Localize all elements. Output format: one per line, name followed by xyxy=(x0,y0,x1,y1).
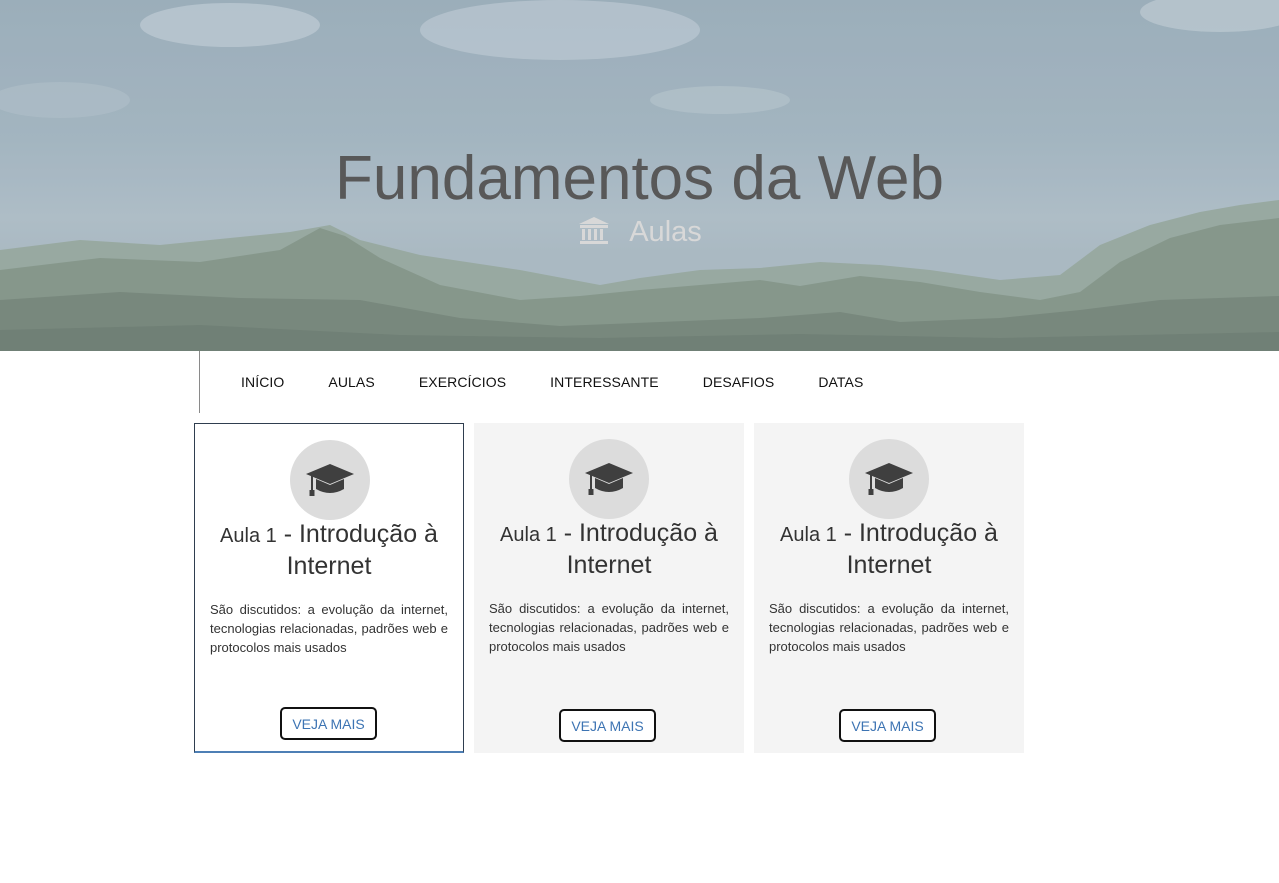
nav-item-exercicios[interactable]: EXERCÍCIOS xyxy=(419,374,506,390)
graduation-cap-icon xyxy=(569,439,649,519)
lesson-card[interactable]: Aula 1 - Introdução à Internet São discu… xyxy=(754,423,1024,753)
page-subtitle: Aulas xyxy=(0,214,1279,248)
nav-item-inicio[interactable]: INÍCIO xyxy=(241,374,284,390)
nav-item-interessante[interactable]: INTERESSANTE xyxy=(550,374,659,390)
bank-icon xyxy=(577,214,611,248)
graduation-cap-icon xyxy=(849,439,929,519)
lesson-name: - Introdução à Internet xyxy=(836,519,998,579)
lesson-description: São discutidos: a evolução da internet, … xyxy=(489,601,729,654)
lesson-description: São discutidos: a evolução da internet, … xyxy=(769,601,1009,654)
graduation-cap-icon xyxy=(290,440,370,520)
veja-mais-button[interactable]: VEJA MAIS xyxy=(839,709,936,742)
lesson-number: Aula 1 xyxy=(500,524,557,546)
lesson-name: - Introdução à Internet xyxy=(276,520,438,580)
lesson-title: Aula 1 - Introdução à Internet xyxy=(484,519,734,583)
lesson-card[interactable]: Aula 1 - Introdução à Internet São discu… xyxy=(194,423,464,753)
lesson-name: - Introdução à Internet xyxy=(556,519,718,579)
lesson-title: Aula 1 - Introdução à Internet xyxy=(205,520,453,584)
nav-item-desafios[interactable]: DESAFIOS xyxy=(703,374,775,390)
page-title: Fundamentos da Web xyxy=(335,144,944,213)
nav-item-aulas[interactable]: AULAS xyxy=(328,374,374,390)
lesson-number: Aula 1 xyxy=(780,524,837,546)
nav-item-datas[interactable]: DATAS xyxy=(818,374,863,390)
veja-mais-button[interactable]: VEJA MAIS xyxy=(559,709,656,742)
lesson-card[interactable]: Aula 1 - Introdução à Internet São discu… xyxy=(474,423,744,753)
subtitle-label: Aulas xyxy=(629,215,702,248)
lesson-description: São discutidos: a evolução da internet, … xyxy=(210,602,448,655)
lesson-title: Aula 1 - Introdução à Internet xyxy=(764,519,1014,583)
veja-mais-button[interactable]: VEJA MAIS xyxy=(280,707,377,740)
main-nav: INÍCIO AULAS EXERCÍCIOS INTERESSANTE DES… xyxy=(199,351,907,413)
lesson-number: Aula 1 xyxy=(220,525,277,547)
hero-banner: Fundamentos da Web Aulas xyxy=(0,0,1279,351)
